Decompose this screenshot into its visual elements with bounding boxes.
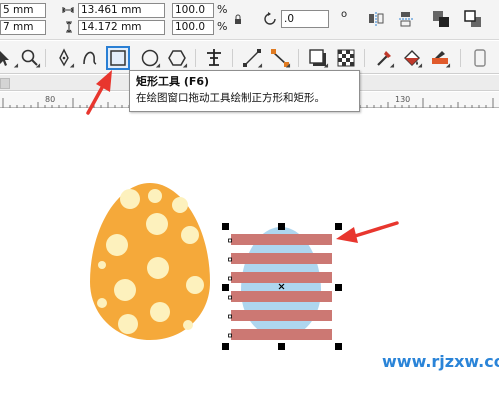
blue-striped-egg[interactable] [231,227,332,340]
watermark: www.rjzxw.com [382,352,499,371]
tooltip-title: 矩形工具 (F6) [136,75,210,88]
red-arrow-to-rectangle-tool [86,70,112,115]
orange-polka-dot-egg[interactable] [90,183,210,340]
red-arrow-to-stripes [336,221,399,243]
rectangle-tool-tooltip: 矩形工具 (F6) 在绘图窗口拖动工具绘制正方形和矩形。 [129,70,360,112]
tooltip-description: 在绘图窗口拖动工具绘制正方形和矩形。 [136,92,325,104]
